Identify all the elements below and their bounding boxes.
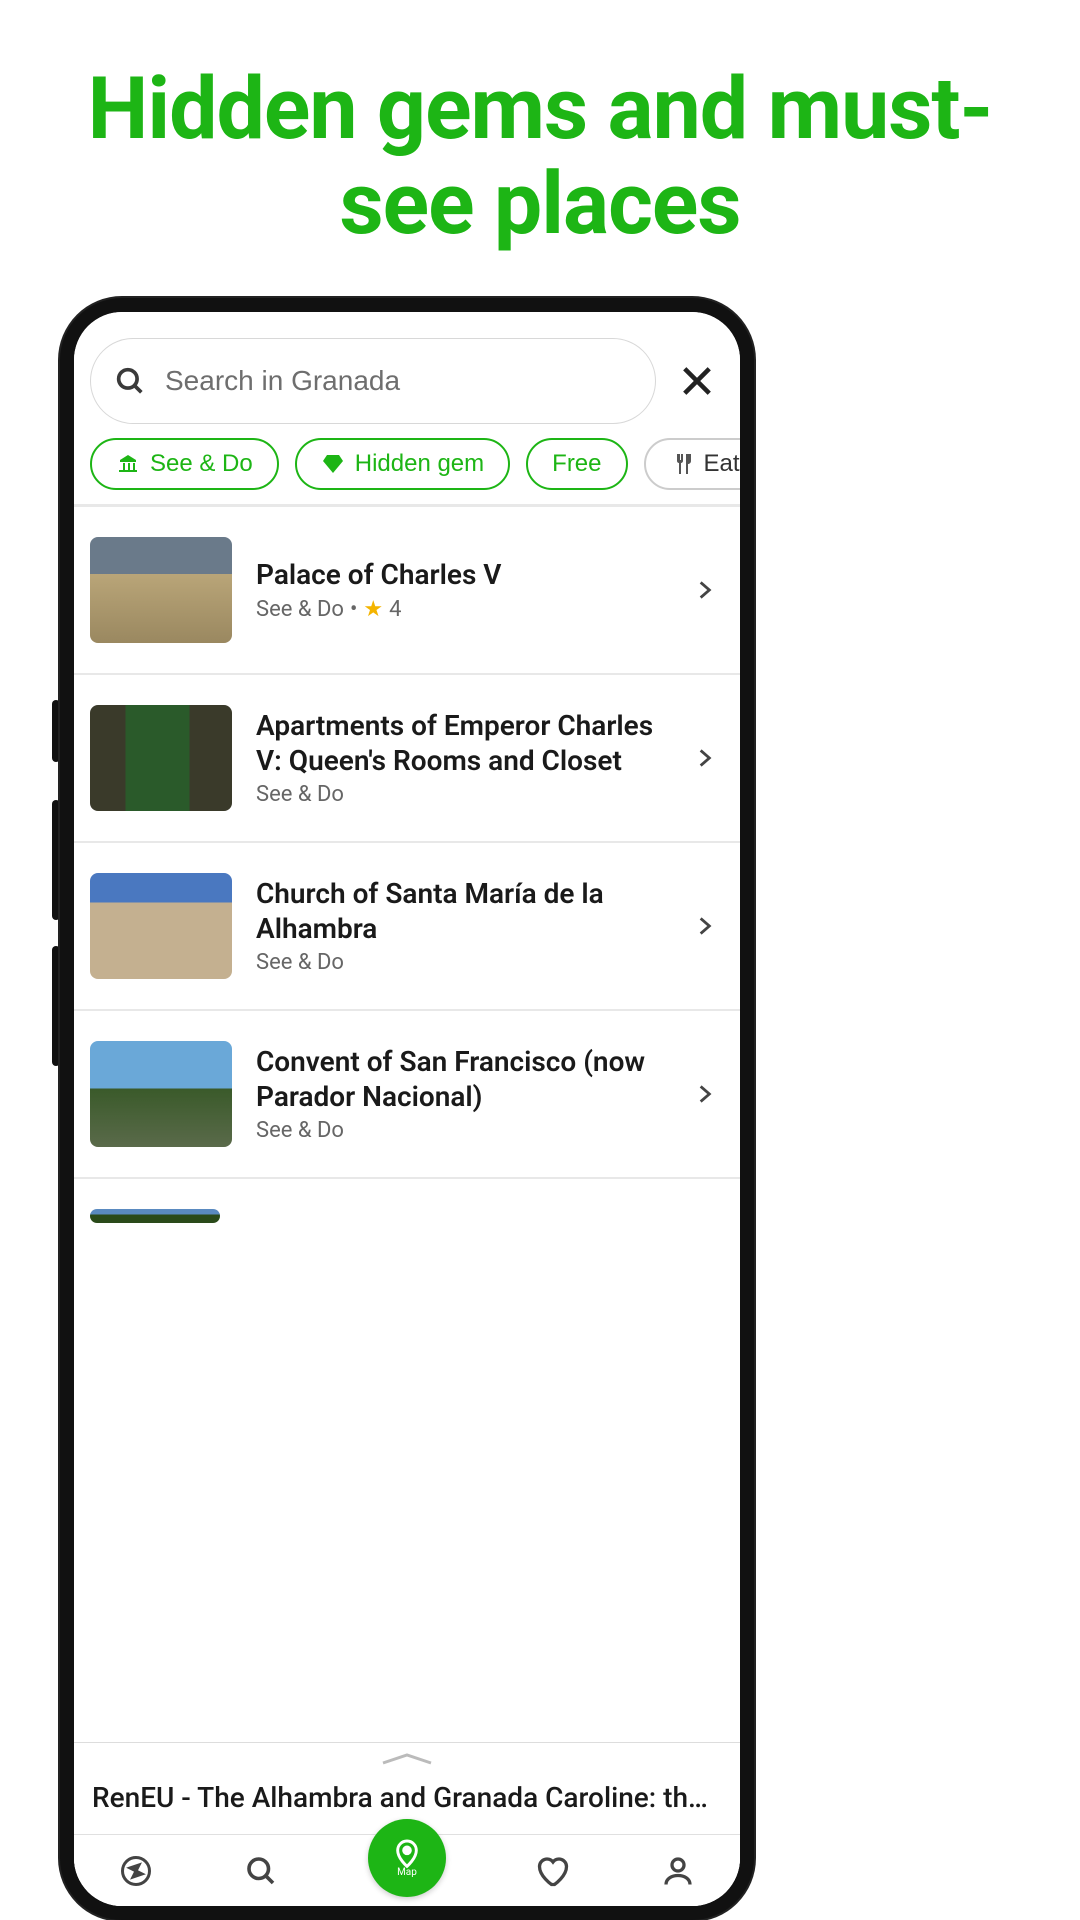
meta-separator: • bbox=[350, 597, 357, 622]
tab-explore[interactable] bbox=[118, 1853, 154, 1889]
chip-see-and-do[interactable]: See & Do bbox=[90, 438, 279, 490]
compass-icon bbox=[118, 1853, 154, 1889]
place-meta: See & Do bbox=[256, 782, 668, 807]
place-category: See & Do bbox=[256, 1118, 344, 1143]
tab-search[interactable] bbox=[243, 1853, 279, 1889]
place-category: See & Do bbox=[256, 597, 344, 622]
list-item-body: Convent of San Francisco (now Parador Na… bbox=[256, 1045, 668, 1142]
place-meta: See & Do bbox=[256, 950, 668, 975]
place-meta: See & Do bbox=[256, 1118, 668, 1143]
chevron-right-icon bbox=[692, 1081, 718, 1107]
filter-chips: See & Do Hidden gem Free Eat P bbox=[74, 438, 740, 504]
chevron-right-icon bbox=[692, 913, 718, 939]
building-icon bbox=[116, 452, 140, 476]
search-input[interactable] bbox=[165, 365, 633, 397]
chip-label: Free bbox=[552, 450, 601, 478]
list-item-peek[interactable] bbox=[74, 1179, 740, 1223]
place-thumbnail bbox=[90, 873, 232, 979]
list-item-body: Palace of Charles V See & Do • ★ 4 bbox=[256, 558, 668, 621]
chevron-right-icon bbox=[692, 577, 718, 603]
place-title: Convent of San Francisco (now Parador Na… bbox=[256, 1045, 668, 1113]
chip-free[interactable]: Free bbox=[526, 438, 627, 490]
list-item-body: Apartments of Emperor Charles V: Queen's… bbox=[256, 709, 668, 806]
sheet-handle[interactable] bbox=[74, 1743, 740, 1771]
chevron-up-icon bbox=[379, 1751, 435, 1767]
place-title: Church of Santa María de la Alhambra bbox=[256, 877, 668, 945]
app-screen: See & Do Hidden gem Free Eat P bbox=[74, 312, 740, 1906]
place-category: See & Do bbox=[256, 782, 344, 807]
search-icon bbox=[243, 1853, 279, 1889]
list-item-body: Church of Santa María de la Alhambra See… bbox=[256, 877, 668, 974]
search-icon bbox=[113, 364, 147, 398]
list-item[interactable]: Palace of Charles V See & Do • ★ 4 bbox=[74, 507, 740, 675]
chip-label: See & Do bbox=[150, 450, 253, 478]
tab-profile[interactable] bbox=[660, 1853, 696, 1889]
chevron-right-icon bbox=[692, 745, 718, 771]
list-item[interactable]: Convent of San Francisco (now Parador Na… bbox=[74, 1011, 740, 1179]
chip-label: Hidden gem bbox=[355, 450, 484, 478]
list-item[interactable]: Church of Santa María de la Alhambra See… bbox=[74, 843, 740, 1011]
place-title: Palace of Charles V bbox=[256, 558, 668, 592]
phone-button-decor bbox=[52, 800, 60, 920]
star-icon: ★ bbox=[363, 597, 383, 622]
map-pin-icon bbox=[391, 1837, 423, 1869]
promo-headline: Hidden gems and must-see places bbox=[0, 0, 1080, 291]
place-meta: See & Do • ★ 4 bbox=[256, 597, 668, 622]
place-rating: 4 bbox=[389, 597, 401, 622]
close-icon bbox=[676, 360, 718, 402]
place-title: Apartments of Emperor Charles V: Queen's… bbox=[256, 709, 668, 777]
user-icon bbox=[660, 1853, 696, 1889]
chip-eat[interactable]: Eat bbox=[644, 438, 740, 490]
place-thumbnail bbox=[90, 705, 232, 811]
search-field[interactable] bbox=[90, 338, 656, 424]
phone-frame: See & Do Hidden gem Free Eat P bbox=[60, 298, 754, 1920]
places-list: Palace of Charles V See & Do • ★ 4 Apart… bbox=[74, 507, 740, 1742]
tab-map[interactable]: Map bbox=[368, 1819, 446, 1897]
phone-button-decor bbox=[52, 700, 60, 762]
place-category: See & Do bbox=[256, 950, 344, 975]
utensils-icon bbox=[670, 452, 694, 476]
place-thumbnail bbox=[90, 537, 232, 643]
heart-icon bbox=[535, 1853, 571, 1889]
close-button[interactable] bbox=[670, 354, 724, 408]
tab-map-label: Map bbox=[397, 1867, 417, 1878]
chip-label: Eat bbox=[704, 450, 740, 478]
chip-hidden-gem[interactable]: Hidden gem bbox=[295, 438, 510, 490]
list-item[interactable]: Apartments of Emperor Charles V: Queen's… bbox=[74, 675, 740, 843]
phone-button-decor bbox=[52, 946, 60, 1066]
place-thumbnail bbox=[90, 1041, 232, 1147]
tab-favorites[interactable] bbox=[535, 1853, 571, 1889]
bottom-tabbar: Map bbox=[74, 1834, 740, 1906]
place-thumbnail bbox=[90, 1209, 220, 1223]
search-bar-row bbox=[74, 338, 740, 438]
gem-icon bbox=[321, 452, 345, 476]
